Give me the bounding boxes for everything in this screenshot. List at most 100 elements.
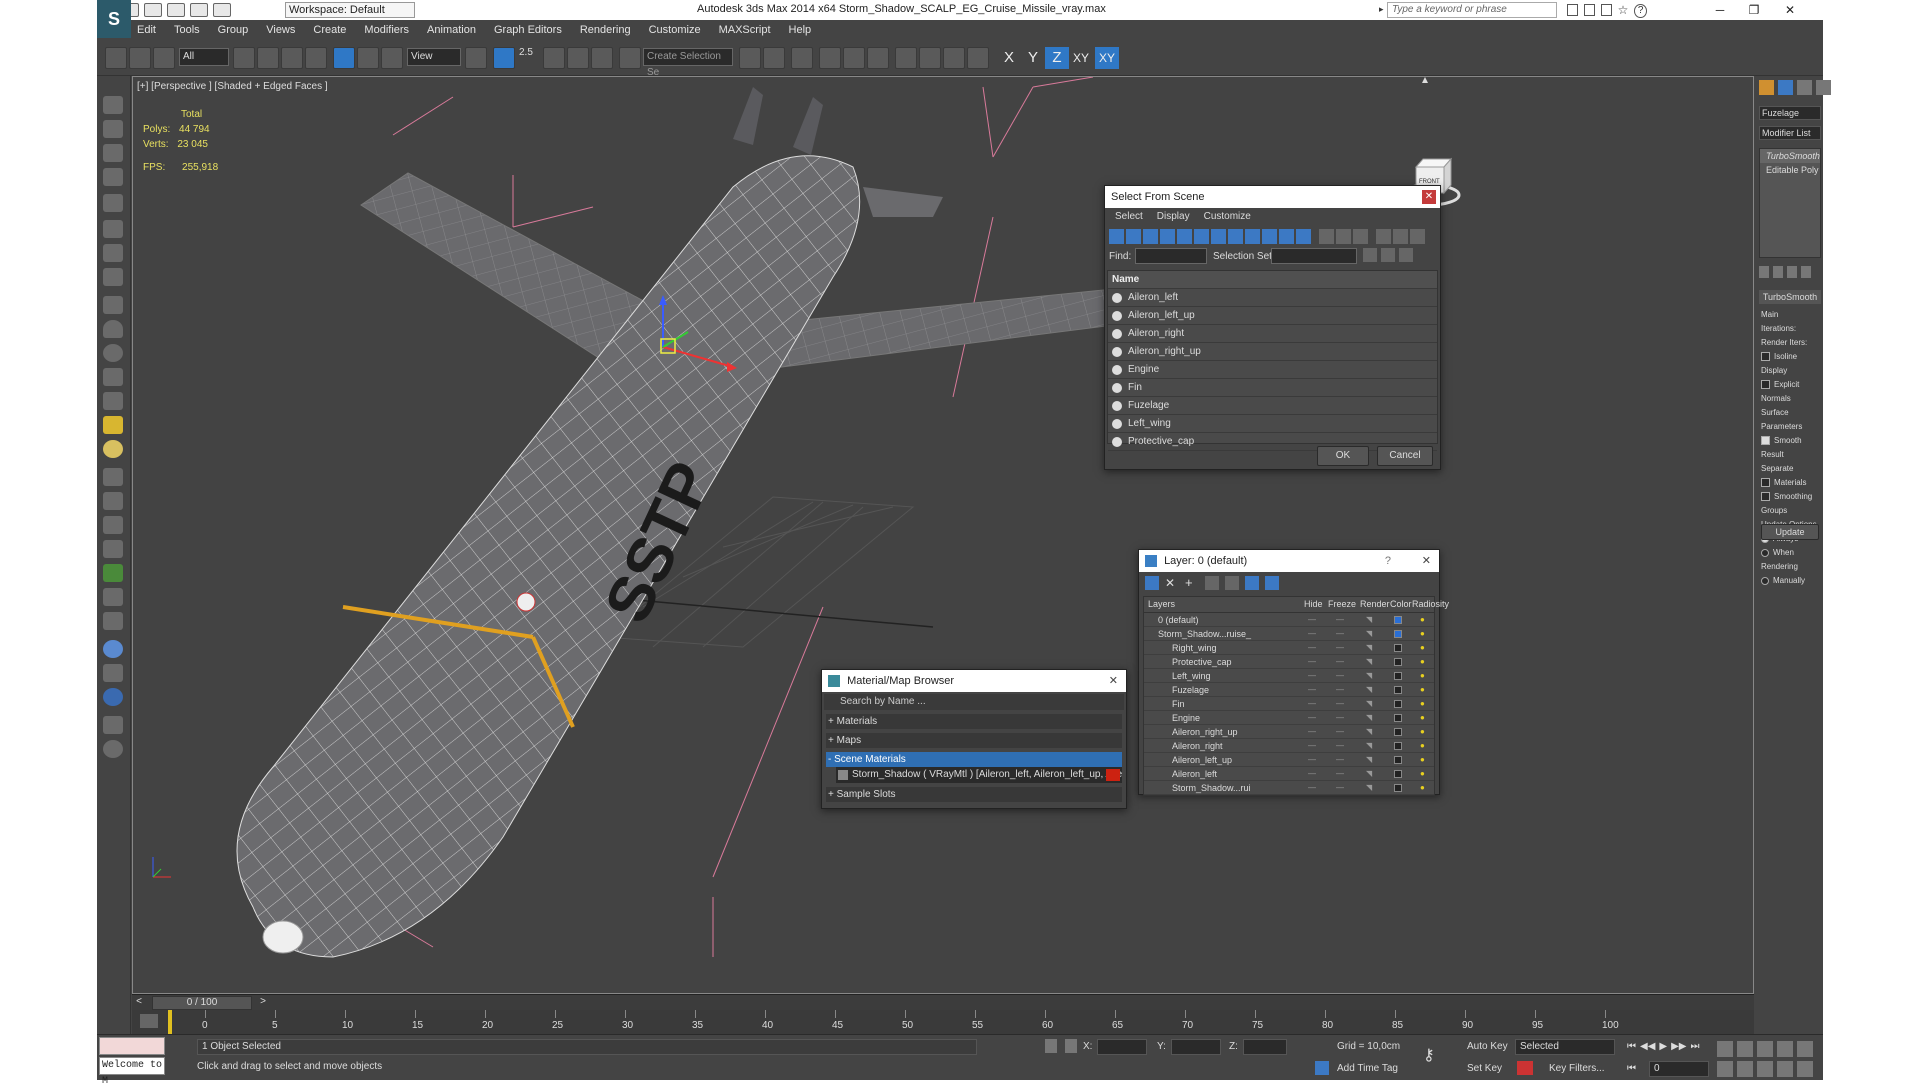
- motion-tab-icon[interactable]: [1816, 80, 1831, 95]
- layer-color-swatch[interactable]: [1394, 742, 1402, 750]
- constrain-z-button[interactable]: Z: [1045, 47, 1069, 69]
- pan-icon[interactable]: [1717, 1061, 1733, 1077]
- hemisphere-icon[interactable]: [103, 320, 123, 338]
- percent-snap-icon[interactable]: [567, 47, 589, 69]
- sort-icon[interactable]: [1410, 228, 1425, 244]
- layer-color-swatch[interactable]: [1394, 770, 1402, 778]
- spinner-snap-icon[interactable]: [591, 47, 613, 69]
- radiosity-icon[interactable]: ●: [1420, 739, 1425, 753]
- next-frame-button-icon[interactable]: ▶▶: [1671, 1041, 1686, 1052]
- layer-color-swatch[interactable]: [1394, 784, 1402, 792]
- hide-toggle-icon[interactable]: —: [1308, 781, 1316, 795]
- col-layers[interactable]: Layers: [1148, 599, 1175, 609]
- radiosity-icon[interactable]: ●: [1420, 613, 1425, 627]
- display-all-icon[interactable]: [1109, 228, 1124, 244]
- cancel-button[interactable]: Cancel: [1377, 446, 1433, 466]
- space-warp-icon[interactable]: [103, 516, 123, 534]
- layer-help-button[interactable]: ?: [1385, 550, 1391, 572]
- maximize-button[interactable]: ❐: [1737, 0, 1771, 20]
- workspace-dropdown[interactable]: Workspace: Default: [285, 2, 415, 18]
- layer-color-swatch[interactable]: [1394, 756, 1402, 764]
- smoothing-groups-box[interactable]: [1761, 492, 1770, 502]
- particles-icon[interactable]: [103, 268, 123, 286]
- search-arrow-icon[interactable]: ▸: [1379, 4, 1385, 14]
- perspective-viewport[interactable]: [+] [Perspective ] [Shaded + Edged Faces…: [132, 76, 1754, 994]
- hide-toggle-icon[interactable]: —: [1308, 767, 1316, 781]
- select-and-scale-icon[interactable]: [381, 47, 403, 69]
- freeze-all-icon[interactable]: [1265, 576, 1279, 590]
- radiosity-icon[interactable]: ●: [1420, 725, 1425, 739]
- selection-set-icon[interactable]: [1363, 248, 1377, 262]
- list-item[interactable]: Aileron_right_up: [1108, 343, 1437, 361]
- col-radiosity[interactable]: Radiosity: [1412, 599, 1449, 609]
- freeze-toggle-icon[interactable]: —: [1336, 725, 1344, 739]
- time-tag-icon[interactable]: [1315, 1061, 1329, 1075]
- mini-curve-editor-icon[interactable]: [140, 1014, 158, 1028]
- walkthrough-icon[interactable]: [1777, 1061, 1793, 1077]
- selection-set-dropdown[interactable]: [1271, 248, 1357, 264]
- layer-color-swatch[interactable]: [1394, 700, 1402, 708]
- selection-set-remove-icon[interactable]: [1399, 248, 1413, 262]
- layer-close-button[interactable]: ✕: [1422, 550, 1431, 572]
- radiosity-icon[interactable]: ●: [1420, 641, 1425, 655]
- table-icon[interactable]: [103, 144, 123, 162]
- radiosity-icon[interactable]: ●: [1420, 669, 1425, 683]
- modify-tab-icon[interactable]: [1778, 80, 1793, 95]
- constrain-x-button[interactable]: X: [997, 47, 1021, 69]
- fin-right[interactable]: [863, 187, 943, 217]
- freeze-toggle-icon[interactable]: —: [1336, 781, 1344, 795]
- zoom-extents-icon[interactable]: [1757, 1041, 1773, 1057]
- layer-row[interactable]: Aileron_left — — ◥ ●: [1144, 767, 1434, 781]
- zoom-extents-all-icon[interactable]: [1777, 1041, 1793, 1057]
- object-name-field[interactable]: Fuzelage: [1759, 106, 1821, 120]
- photo-icon[interactable]: [103, 120, 123, 138]
- manually-dot[interactable]: [1761, 576, 1769, 585]
- menu-group[interactable]: Group: [218, 24, 249, 36]
- schematic-view-icon[interactable]: [895, 47, 917, 69]
- constrain-xy-button[interactable]: XY: [1069, 47, 1093, 69]
- ok-button[interactable]: OK: [1317, 446, 1369, 466]
- foliage-icon[interactable]: [103, 564, 123, 582]
- selection-set-add-icon[interactable]: [1381, 248, 1395, 262]
- snap-toggle-icon[interactable]: 2.5: [519, 47, 541, 69]
- layer-row[interactable]: 0 (default) — — ◥ ●: [1144, 613, 1434, 627]
- sfs-menu-display[interactable]: Display: [1157, 208, 1190, 226]
- stack-item-turbosmooth[interactable]: TurboSmooth: [1760, 149, 1820, 163]
- create-layer-icon[interactable]: [1145, 576, 1159, 590]
- display-xrefs-icon[interactable]: [1245, 228, 1260, 244]
- highlight-layer-icon[interactable]: [1225, 576, 1239, 590]
- explicit-checkbox-box[interactable]: [1761, 380, 1770, 390]
- when-rendering-dot[interactable]: [1761, 548, 1769, 557]
- toggle-scene-explorer-icon[interactable]: [791, 47, 813, 69]
- display-geometry-icon[interactable]: [1126, 228, 1141, 244]
- layer-row[interactable]: Fuzelage — — ◥ ●: [1144, 683, 1434, 697]
- radiosity-icon[interactable]: ●: [1420, 781, 1425, 795]
- grid-icon[interactable]: [103, 168, 123, 186]
- select-from-scene-close-button[interactable]: ✕: [1422, 190, 1436, 204]
- close-window-button[interactable]: ✕: [1773, 0, 1807, 20]
- layer-color-swatch[interactable]: [1394, 686, 1402, 694]
- hide-toggle-icon[interactable]: —: [1308, 697, 1316, 711]
- radiosity-icon[interactable]: ●: [1420, 767, 1425, 781]
- layer-row[interactable]: Aileron_left_up — — ◥ ●: [1144, 753, 1434, 767]
- col-freeze[interactable]: Freeze: [1328, 599, 1356, 609]
- group-maps[interactable]: + Maps: [826, 733, 1122, 748]
- undo-icon[interactable]: [190, 3, 208, 17]
- material-browser-close-button[interactable]: ✕: [1109, 670, 1118, 692]
- smooth-result-checkbox[interactable]: Smooth Result: [1761, 434, 1821, 462]
- maxscript-listener-pink[interactable]: [99, 1037, 165, 1055]
- link-icon[interactable]: [105, 47, 127, 69]
- key-mode-dropdown[interactable]: Selected: [1515, 1039, 1615, 1055]
- time-cursor[interactable]: [168, 1010, 172, 1034]
- curve-editor-icon[interactable]: [867, 47, 889, 69]
- select-all-icon[interactable]: [1319, 228, 1334, 244]
- layer-color-swatch[interactable]: [1394, 644, 1402, 652]
- display-frozen-icon[interactable]: [1296, 228, 1311, 244]
- sun-icon[interactable]: [103, 416, 123, 434]
- layer-color-swatch[interactable]: [1394, 714, 1402, 722]
- list-item[interactable]: Aileron_right: [1108, 325, 1437, 343]
- menu-graph-editors[interactable]: Graph Editors: [494, 24, 562, 36]
- display-containers-icon[interactable]: [1279, 228, 1294, 244]
- help-icon[interactable]: ?: [1634, 4, 1647, 18]
- render-toggle-icon[interactable]: ◥: [1366, 641, 1372, 655]
